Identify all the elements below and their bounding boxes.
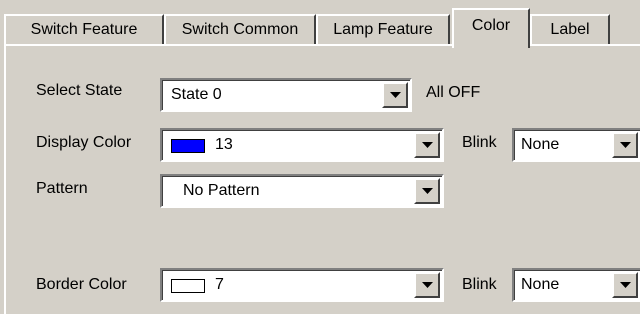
tab-lamp-feature[interactable]: Lamp Feature bbox=[316, 14, 450, 44]
border-color-swatch bbox=[171, 279, 205, 293]
display-color-label: Display Color bbox=[36, 134, 132, 151]
border-color-label: Border Color bbox=[36, 276, 127, 293]
select-state-dropdown[interactable]: State 0 bbox=[160, 78, 412, 112]
tab-switch-feature[interactable]: Switch Feature bbox=[4, 14, 164, 44]
display-blink-label: Blink bbox=[462, 134, 497, 151]
display-blink-value: None bbox=[521, 136, 560, 153]
tab-label-text: Label bbox=[550, 21, 590, 38]
display-color-value: 13 bbox=[215, 136, 233, 153]
chevron-down-icon bbox=[422, 188, 433, 194]
chevron-down-icon bbox=[422, 282, 433, 288]
pattern-dropdown[interactable]: No Pattern bbox=[160, 174, 444, 208]
tab-label: Color bbox=[471, 17, 511, 34]
display-color-dropdown[interactable]: 13 bbox=[160, 128, 444, 162]
state-status-text: All OFF bbox=[426, 84, 481, 101]
select-state-label: Select State bbox=[36, 82, 123, 99]
tab-label: Switch Common bbox=[181, 21, 299, 38]
chevron-down-icon bbox=[620, 142, 631, 148]
border-blink-label: Blink bbox=[462, 276, 497, 293]
pattern-dropdown-button[interactable] bbox=[414, 178, 440, 204]
border-color-dropdown[interactable]: 7 bbox=[160, 268, 444, 302]
display-blink-dropdown-button[interactable] bbox=[612, 132, 638, 158]
tab-color[interactable]: Color bbox=[452, 8, 530, 48]
tab-label[interactable]: Label bbox=[530, 14, 610, 44]
display-color-dropdown-button[interactable] bbox=[414, 132, 440, 158]
chevron-down-icon bbox=[422, 142, 433, 148]
tab-strip: Switch Feature Switch Common Lamp Featur… bbox=[0, 0, 640, 48]
dialog: Switch Feature Switch Common Lamp Featur… bbox=[0, 0, 640, 314]
chevron-down-icon bbox=[390, 92, 401, 98]
select-state-value: State 0 bbox=[171, 86, 222, 103]
tab-switch-common[interactable]: Switch Common bbox=[164, 14, 316, 44]
pattern-label: Pattern bbox=[36, 180, 88, 197]
border-blink-dropdown-button[interactable] bbox=[612, 272, 638, 298]
border-color-value: 7 bbox=[215, 276, 224, 293]
select-state-dropdown-button[interactable] bbox=[382, 82, 408, 108]
border-blink-value: None bbox=[521, 276, 560, 293]
tab-label: Lamp Feature bbox=[333, 21, 433, 38]
pattern-value: No Pattern bbox=[183, 182, 260, 199]
display-blink-dropdown[interactable]: None bbox=[512, 128, 640, 162]
border-color-dropdown-button[interactable] bbox=[414, 272, 440, 298]
tab-label: Switch Feature bbox=[30, 21, 138, 38]
border-blink-dropdown[interactable]: None bbox=[512, 268, 640, 302]
chevron-down-icon bbox=[620, 282, 631, 288]
display-color-swatch bbox=[171, 139, 205, 153]
